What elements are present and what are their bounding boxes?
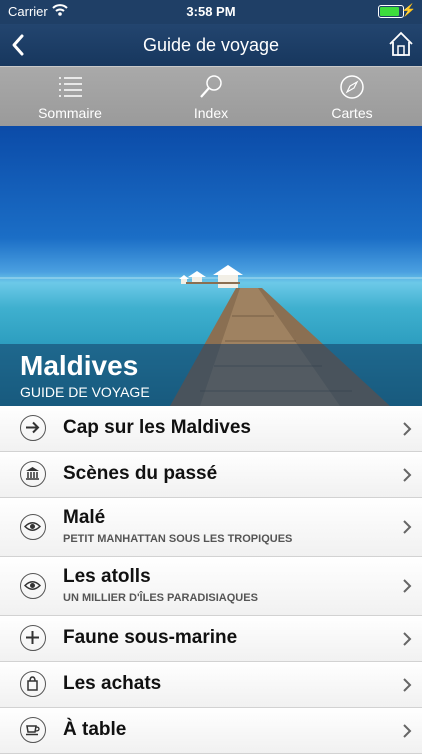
chapter-list: Cap sur les Maldives Scènes du passé Mal… [0,406,422,754]
item-title: Faune sous-marine [63,627,238,648]
nav-bar: Guide de voyage [0,24,422,66]
tab-label: Index [193,105,229,121]
tab-label: Cartes [331,105,373,121]
list-item-cap-sur-les-maldives[interactable]: Cap sur les Maldives [0,406,422,452]
item-title: Cap sur les Maldives [63,417,251,438]
status-bar: Carrier 3:58 PM ⚡ [0,0,422,24]
chevron-right-icon [403,678,412,692]
shopping-bag-icon [20,671,46,697]
list-item-scenes-du-passe[interactable]: Scènes du passé [0,452,422,498]
magnifier-icon [200,75,222,98]
item-title: Les achats [63,673,162,694]
list-item-les-achats[interactable]: Les achats [0,662,422,708]
cup-icon [20,717,46,743]
tab-bar: Sommaire Index Cartes [0,66,422,127]
hero-caption: Maldives GUIDE DE VOYAGE [0,344,422,406]
item-subtitle: UN MILLIER D'ÎLES PARADISIAQUES [63,592,258,604]
eye-icon [20,573,46,599]
list-item-male[interactable]: Malé PETIT MANHATTAN SOUS LES TROPIQUES [0,498,422,557]
hero-image: Maldives GUIDE DE VOYAGE [0,126,422,406]
item-title: Scènes du passé [63,463,218,484]
item-subtitle: PETIT MANHATTAN SOUS LES TROPIQUES [63,533,293,545]
tab-index[interactable]: Index [141,67,281,127]
item-title: Les atolls [63,566,151,587]
compass-icon [340,75,364,99]
chevron-right-icon [403,632,412,646]
destination-title: Maldives [20,350,139,381]
clock: 3:58 PM [186,4,236,19]
list-item-faune-sous-marine[interactable]: Faune sous-marine [0,616,422,662]
monument-icon [20,461,46,487]
list-item-a-table[interactable]: À table [0,708,422,754]
list-icon [59,77,82,97]
arrow-icon [20,415,46,441]
plus-icon [20,625,46,651]
charging-icon: ⚡ [401,3,416,17]
eye-icon [20,514,46,540]
chevron-right-icon [403,422,412,436]
item-title: À table [63,719,127,740]
chevron-right-icon [403,579,412,593]
tab-cartes[interactable]: Cartes [282,67,422,127]
chevron-right-icon [403,468,412,482]
chevron-right-icon [403,520,412,534]
page-title: Guide de voyage [142,35,280,55]
destination-subtitle: GUIDE DE VOYAGE [20,384,150,400]
tab-sommaire[interactable]: Sommaire [0,67,140,127]
item-title: Malé [63,507,106,528]
list-item-les-atolls[interactable]: Les atolls UN MILLIER D'ÎLES PARADISIAQU… [0,557,422,616]
home-button[interactable] [388,30,414,58]
tab-label: Sommaire [38,105,102,121]
chevron-right-icon [403,724,412,738]
